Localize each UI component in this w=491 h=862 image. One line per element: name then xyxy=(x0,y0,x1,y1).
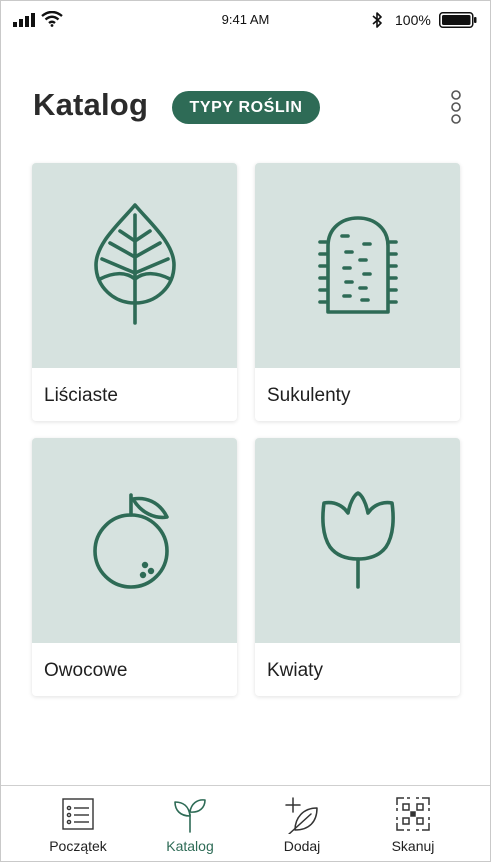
tab-dodaj[interactable]: Dodaj xyxy=(247,786,357,862)
tulip-icon xyxy=(320,490,395,589)
category-label: Kwiaty xyxy=(267,660,323,681)
tab-label: Początek xyxy=(49,838,107,854)
tab-katalog[interactable]: Katalog xyxy=(135,786,245,862)
battery-percent: 100% xyxy=(395,12,431,28)
fruit-icon xyxy=(92,492,169,589)
qr-scan-icon xyxy=(396,797,430,831)
category-label: Owocowe xyxy=(44,660,128,681)
category-card-sukulenty[interactable]: Sukulenty xyxy=(255,163,460,421)
app-screen: 9:41 AM 100% Katalog TYPY ROŚLIN Liścias… xyxy=(0,0,491,862)
category-card-owocowe[interactable]: Owocowe xyxy=(32,438,237,696)
add-leaf-icon xyxy=(285,797,318,834)
tab-poczatek[interactable]: Początek xyxy=(23,786,133,862)
category-label: Liściaste xyxy=(44,385,118,406)
plant-types-button[interactable]: TYPY ROŚLIN xyxy=(172,91,320,124)
category-card-image xyxy=(255,438,460,643)
list-icon xyxy=(62,798,94,830)
sprout-icon xyxy=(174,799,206,833)
status-bar: 9:41 AM 100% xyxy=(1,1,490,39)
category-card-image xyxy=(32,163,237,368)
battery-icon xyxy=(439,12,477,28)
tab-label: Skanuj xyxy=(391,838,435,854)
more-vertical-icon[interactable] xyxy=(447,89,465,125)
category-card-image xyxy=(255,163,460,368)
bottom-tab-bar: Początek Katalog Dodaj Skanuj xyxy=(1,785,490,861)
tab-skanuj[interactable]: Skanuj xyxy=(358,786,468,862)
category-card-kwiaty[interactable]: Kwiaty xyxy=(255,438,460,696)
page-title: Katalog xyxy=(33,87,149,122)
tab-label: Katalog xyxy=(166,838,214,854)
bluetooth-icon xyxy=(372,12,382,28)
tab-label: Dodaj xyxy=(283,838,321,854)
leaf-icon xyxy=(93,202,176,325)
category-label: Sukulenty xyxy=(267,385,351,406)
category-card-lisciaste[interactable]: Liściaste xyxy=(32,163,237,421)
cactus-icon xyxy=(317,215,398,314)
category-card-image xyxy=(32,438,237,643)
